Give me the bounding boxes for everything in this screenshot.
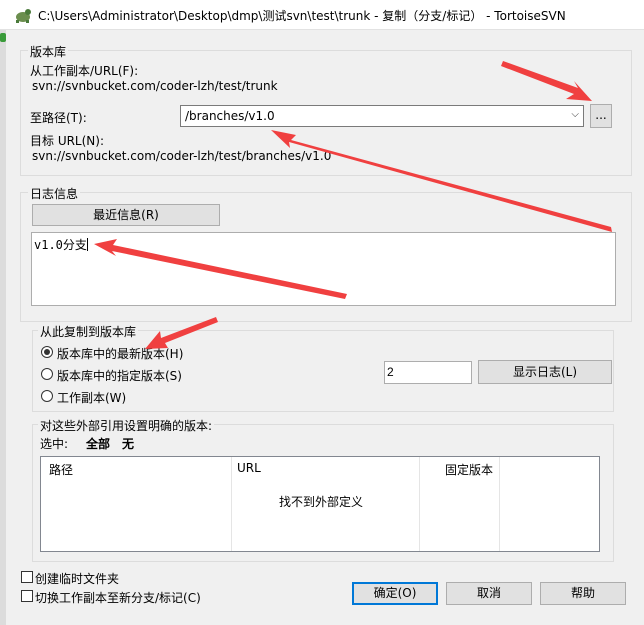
copy-source-group-title: 从此复制到版本库 — [38, 323, 139, 340]
tortoisesvn-icon — [16, 9, 31, 23]
title-bar: C:\Users\Administrator\Desktop\dmp\测试svn… — [0, 0, 644, 30]
column-header-path[interactable]: 路径 — [49, 461, 73, 478]
externals-select-label: 选中: — [40, 437, 69, 451]
ok-button[interactable]: 确定(O) — [352, 582, 438, 605]
working-copy-radio[interactable] — [41, 390, 53, 402]
browse-button[interactable]: ... — [590, 104, 612, 128]
show-log-button[interactable]: 显示日志(L) — [478, 360, 612, 384]
externals-group-title: 对这些外部引用设置明确的版本: — [38, 417, 215, 434]
column-separator — [419, 457, 420, 551]
cancel-button[interactable]: 取消 — [446, 582, 532, 605]
create-intermediate-checkbox[interactable] — [21, 571, 33, 583]
externals-empty-text: 找不到外部定义 — [279, 495, 364, 509]
text-caret — [86, 238, 88, 251]
repository-group-title: 版本库 — [28, 43, 69, 60]
specific-revision-label[interactable]: 版本库中的指定版本(S) — [57, 367, 182, 384]
revision-number-input[interactable]: 2 — [384, 361, 472, 384]
window-title: C:\Users\Administrator\Desktop\dmp\测试svn… — [38, 9, 566, 23]
head-revision-radio[interactable] — [41, 346, 53, 358]
create-intermediate-label[interactable]: 创建临时文件夹 — [35, 570, 119, 587]
column-separator — [499, 457, 500, 551]
revision-number-value: 2 — [387, 365, 394, 379]
copy-branch-dialog: 版本库 从工作副本/URL(F): svn://svnbucket.com/co… — [6, 30, 644, 625]
switch-working-copy-label[interactable]: 切换工作副本至新分支/标记(C) — [35, 589, 201, 606]
from-url-value: svn://svnbucket.com/coder-lzh/test/trunk — [32, 79, 278, 93]
chevron-down-icon[interactable]: ⌵ — [571, 109, 579, 120]
log-message-text: v1.0分支 — [34, 238, 87, 252]
log-message-group-title: 日志信息 — [28, 185, 81, 202]
head-revision-label[interactable]: 版本库中的最新版本(H) — [57, 345, 183, 362]
target-url-value: svn://svnbucket.com/coder-lzh/test/branc… — [32, 149, 332, 163]
column-separator — [231, 457, 232, 551]
to-path-value: /branches/v1.0 — [185, 109, 275, 123]
log-message-textarea[interactable]: v1.0分支 — [31, 232, 616, 306]
specific-revision-radio[interactable] — [41, 368, 53, 380]
target-url-label: 目标 URL(N): — [30, 134, 105, 148]
externals-table[interactable]: 路径 URL 固定版本 找不到外部定义 — [40, 456, 600, 552]
column-header-pinned-revision[interactable]: 固定版本 — [445, 461, 493, 478]
from-url-label: 从工作副本/URL(F): — [30, 64, 139, 78]
to-path-label: 至路径(T): — [30, 111, 87, 125]
working-copy-label[interactable]: 工作副本(W) — [57, 389, 126, 406]
to-path-combobox[interactable]: /branches/v1.0 ⌵ — [180, 105, 584, 127]
select-none-link[interactable]: 无 — [122, 435, 134, 452]
column-header-url[interactable]: URL — [237, 461, 261, 475]
switch-working-copy-checkbox[interactable] — [21, 590, 33, 602]
select-all-link[interactable]: 全部 — [86, 435, 110, 452]
recent-messages-button[interactable]: 最近信息(R) — [32, 204, 220, 226]
help-button[interactable]: 帮助 — [540, 582, 626, 605]
